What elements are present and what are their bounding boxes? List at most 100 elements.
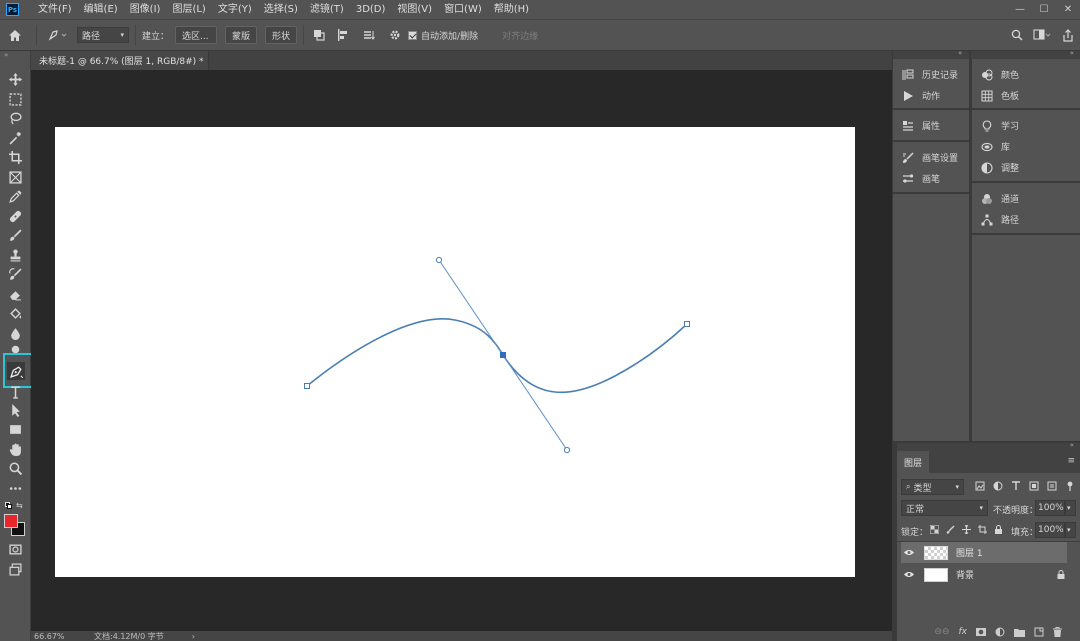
- filter-type-icon[interactable]: [1011, 481, 1021, 491]
- path-alignment-icon[interactable]: [334, 29, 352, 41]
- workspace-icon[interactable]: [1028, 29, 1056, 41]
- lock-pixels-icon[interactable]: [946, 525, 955, 534]
- pen-tool-preset-icon[interactable]: [43, 29, 73, 41]
- menu-view[interactable]: 视图(V): [391, 0, 438, 19]
- opacity-input[interactable]: 100%: [1035, 500, 1065, 516]
- filter-shape-icon[interactable]: [1029, 481, 1039, 491]
- menu-edit[interactable]: 编辑(E): [78, 0, 124, 19]
- menu-filter[interactable]: 滤镜(T): [304, 0, 350, 19]
- layer-filter-select[interactable]: ⌕ 类型 ▾: [901, 479, 964, 495]
- panel-libraries[interactable]: 库: [972, 136, 1010, 157]
- panel-properties[interactable]: 属性: [893, 115, 940, 136]
- opacity-dropdown-button[interactable]: ▾: [1065, 500, 1076, 516]
- curve-segment[interactable]: [306, 318, 688, 394]
- marquee-tool-icon[interactable]: [6, 91, 25, 108]
- visibility-eye-icon[interactable]: [904, 571, 914, 578]
- tab-layers[interactable]: 图层: [897, 451, 929, 473]
- lock-transparency-icon[interactable]: [930, 525, 939, 534]
- panel-paths[interactable]: 路径: [972, 209, 1019, 230]
- link-layers-icon[interactable]: ⊖⊖: [934, 627, 949, 637]
- collapse-arrows-icon[interactable]: «: [1070, 441, 1074, 449]
- tool-mode-select[interactable]: 路径 ▾: [77, 27, 129, 43]
- panel-channels[interactable]: 通道: [972, 188, 1019, 209]
- new-adjustment-layer-icon[interactable]: [995, 627, 1005, 637]
- path-selection-tool-icon[interactable]: [6, 402, 25, 419]
- layer-row-layer1[interactable]: 图层 1: [901, 542, 1067, 563]
- gear-icon[interactable]: [386, 29, 404, 41]
- share-icon[interactable]: [1056, 28, 1080, 42]
- panel-color[interactable]: 颜色: [972, 64, 1019, 85]
- collapse-arrows-icon[interactable]: «: [1070, 49, 1074, 57]
- menu-file[interactable]: 文件(F): [32, 0, 78, 19]
- canvas-workspace[interactable]: [31, 70, 892, 631]
- panel-learn[interactable]: 学习: [972, 115, 1019, 136]
- brush-tool-icon[interactable]: [6, 227, 25, 244]
- screen-mode-icon[interactable]: [6, 561, 25, 578]
- filter-pixel-icon[interactable]: [975, 481, 985, 491]
- menu-help[interactable]: 帮助(H): [488, 0, 535, 19]
- eyedropper-tool-icon[interactable]: [6, 188, 25, 205]
- lock-all-icon[interactable]: [994, 525, 1003, 534]
- path-operations-icon[interactable]: [310, 29, 328, 41]
- panel-brushes[interactable]: 画笔: [893, 168, 940, 189]
- document-canvas[interactable]: [55, 127, 855, 577]
- auto-add-delete-checkbox[interactable]: [408, 30, 418, 40]
- frame-tool-icon[interactable]: [6, 169, 25, 186]
- chevron-right-icon[interactable]: ›: [192, 632, 195, 641]
- history-brush-tool-icon[interactable]: [6, 266, 25, 283]
- filter-adjustment-icon[interactable]: [993, 481, 1003, 491]
- hand-tool-icon[interactable]: [6, 441, 25, 458]
- lock-artboard-icon[interactable]: [978, 525, 987, 534]
- menu-type[interactable]: 文字(Y): [212, 0, 258, 19]
- maximize-button[interactable]: ☐: [1032, 0, 1056, 19]
- lasso-tool-icon[interactable]: [6, 110, 25, 127]
- layer-name[interactable]: 背景: [956, 568, 974, 581]
- menu-window[interactable]: 窗口(W): [438, 0, 488, 19]
- foreground-color-swatch[interactable]: [4, 514, 18, 528]
- layer-style-fx-icon[interactable]: fx: [959, 627, 968, 637]
- type-tool-icon[interactable]: [6, 384, 25, 401]
- close-button[interactable]: ✕: [1056, 0, 1080, 19]
- anchor-point-start[interactable]: [304, 383, 310, 389]
- new-layer-icon[interactable]: [1034, 627, 1044, 637]
- pen-tool-icon[interactable]: [7, 362, 25, 380]
- more-tools-icon[interactable]: [6, 480, 25, 497]
- blend-mode-select[interactable]: 正常 ▾: [901, 500, 988, 516]
- layer-row-background[interactable]: 背景: [901, 564, 1067, 585]
- direction-handle-top[interactable]: [435, 256, 443, 264]
- swap-colors-icon[interactable]: ⇆: [16, 501, 23, 510]
- direction-handle-bottom[interactable]: [563, 446, 571, 454]
- home-icon[interactable]: [0, 29, 30, 42]
- panel-menu-icon[interactable]: ≡: [1067, 456, 1075, 466]
- lock-position-icon[interactable]: [962, 525, 971, 534]
- collapse-arrows-icon[interactable]: »: [4, 51, 8, 59]
- bezier-path[interactable]: [55, 127, 855, 577]
- layer-name[interactable]: 图层 1: [956, 546, 983, 559]
- rectangle-tool-icon[interactable]: [6, 421, 25, 438]
- make-selection-button[interactable]: 选区...: [175, 26, 218, 44]
- visibility-eye-icon[interactable]: [904, 549, 914, 556]
- search-icon[interactable]: [1006, 29, 1028, 41]
- make-mask-button[interactable]: 蒙版: [225, 26, 258, 44]
- fill-input[interactable]: 100%: [1035, 522, 1065, 538]
- panel-history[interactable]: 历史记录: [893, 64, 958, 85]
- zoom-level[interactable]: 66.67%: [34, 632, 94, 641]
- panel-swatches[interactable]: 色板: [972, 85, 1019, 106]
- default-colors-icon[interactable]: [5, 502, 12, 509]
- anchor-point-selected[interactable]: [500, 352, 506, 358]
- magic-wand-tool-icon[interactable]: [6, 130, 25, 147]
- path-arrangement-icon[interactable]: [358, 29, 380, 41]
- quick-mask-icon[interactable]: [6, 541, 25, 558]
- anchor-point-end[interactable]: [684, 321, 690, 327]
- zoom-tool-icon[interactable]: [6, 460, 25, 477]
- healing-brush-tool-icon[interactable]: [6, 208, 25, 225]
- menu-layer[interactable]: 图层(L): [166, 0, 211, 19]
- panel-actions[interactable]: 动作: [893, 85, 940, 106]
- make-shape-button[interactable]: 形状: [265, 26, 298, 44]
- filter-smart-object-icon[interactable]: [1047, 481, 1057, 491]
- filter-toggle-icon[interactable]: [1065, 481, 1075, 491]
- panel-adjustments[interactable]: 调整: [972, 157, 1019, 178]
- menu-select[interactable]: 选择(S): [258, 0, 304, 19]
- document-tab[interactable]: 未标题-1 @ 66.7% (图层 1, RGB/8#) * ✕: [31, 51, 216, 70]
- paint-bucket-tool-icon[interactable]: [6, 305, 25, 322]
